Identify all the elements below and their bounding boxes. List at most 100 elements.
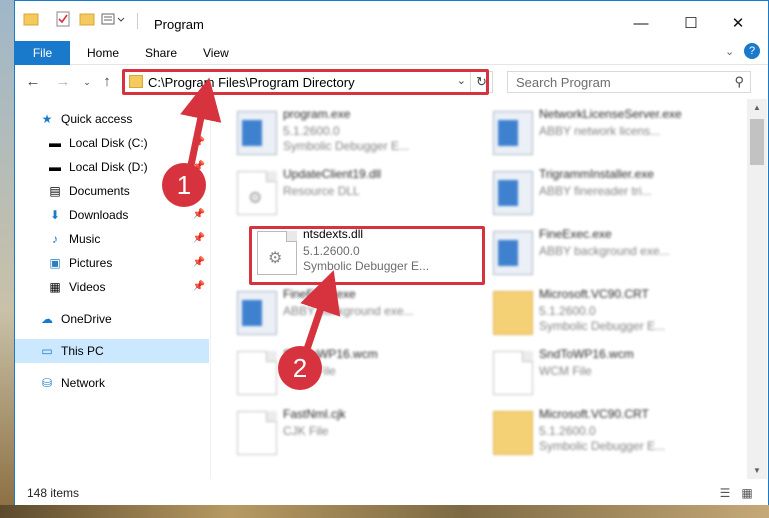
file-type: ABBY background exe... <box>283 304 414 318</box>
nav-label: This PC <box>61 344 104 358</box>
pin-icon[interactable]: 📌 <box>193 251 205 275</box>
file-description: Symbolic Debugger E... <box>539 439 666 453</box>
nav-item-quick-access[interactable]: ★ Quick access <box>15 107 209 131</box>
file-type: ABBY finereader tri... <box>539 184 652 198</box>
file-name: FineExec.exe <box>283 287 356 301</box>
title-bar: Program — ☐ ✕ <box>15 1 768 41</box>
file-name: NetworkLicenseServer.exe <box>539 107 682 121</box>
app-icon <box>237 291 277 335</box>
properties-icon[interactable] <box>55 11 71 31</box>
documents-icon: ▤ <box>49 184 61 198</box>
window-title: Program <box>154 17 204 32</box>
search-input[interactable]: Search Program ⚲ <box>507 71 751 93</box>
address-row: ← → ⌄ ↑ C:\Program Files\Program Directo… <box>15 65 768 99</box>
star-icon: ★ <box>41 112 53 126</box>
app-icon <box>493 231 533 275</box>
back-button[interactable]: ← <box>23 72 43 92</box>
tab-file[interactable]: File <box>15 41 70 65</box>
help-icon[interactable]: ? <box>744 43 760 59</box>
nav-label: Local Disk (C:) <box>69 136 148 150</box>
file-item[interactable]: SndToWP16.wcm WCM File <box>487 343 737 403</box>
nav-item-local-disk-c[interactable]: ▬ Local Disk (C:) 📌 <box>15 131 209 155</box>
file-icon <box>237 411 277 455</box>
file-item[interactable]: SndToWP16.wcm WCM File <box>231 343 481 403</box>
desktop-wallpaper-strip <box>0 505 769 518</box>
status-bar: 148 items ☰ ▦ <box>15 481 768 505</box>
tab-share[interactable]: Share <box>133 41 189 65</box>
file-type: Resource DLL <box>283 184 360 198</box>
folder-icon <box>23 11 39 31</box>
music-icon: ♪ <box>52 232 58 246</box>
file-item[interactable]: TrigrammInstaller.exe ABBY finereader tr… <box>487 163 737 223</box>
file-name: FastNml.cjk <box>283 407 346 421</box>
file-item[interactable]: Microsoft.VC90.CRT 5.1.2600.0 Symbolic D… <box>487 283 737 343</box>
item-count: 148 items <box>27 486 80 500</box>
file-item[interactable]: FineExec.exe ABBY background exe... <box>231 283 481 343</box>
new-folder-icon[interactable] <box>79 11 95 31</box>
scroll-up-icon[interactable]: ▲ <box>747 99 767 116</box>
file-description: Symbolic Debugger E... <box>539 319 666 333</box>
maximize-button[interactable]: ☐ <box>668 9 714 39</box>
title-separator <box>137 13 138 29</box>
close-button[interactable]: ✕ <box>715 9 761 39</box>
file-version: 5.1.2600.0 <box>539 304 596 318</box>
dll-icon: ⚙ <box>237 171 277 215</box>
file-item[interactable]: FastNml.cjk CJK File <box>231 403 481 463</box>
file-item[interactable]: ⚙ UpdateClient19.dll Resource DLL <box>231 163 481 223</box>
file-item[interactable]: NetworkLicenseServer.exe ABBY network li… <box>487 103 737 163</box>
scroll-down-icon[interactable]: ▼ <box>747 462 767 479</box>
vertical-scrollbar[interactable]: ▲ ▼ <box>747 99 767 479</box>
file-item[interactable]: Microsoft.VC90.CRT 5.1.2600.0 Symbolic D… <box>487 403 737 463</box>
details-view-icon[interactable]: ☰ <box>717 486 733 500</box>
nav-label: Quick access <box>61 112 133 126</box>
cloud-icon: ☁ <box>41 312 53 326</box>
forward-button[interactable]: → <box>53 72 73 92</box>
app-icon <box>237 111 277 155</box>
nav-label: Music <box>69 232 101 246</box>
pin-icon[interactable]: 📌 <box>193 227 205 251</box>
nav-item-videos[interactable]: ▦ Videos 📌 <box>15 275 209 299</box>
download-icon: ⬇ <box>49 208 61 222</box>
file-name: Microsoft.VC90.CRT <box>539 287 649 301</box>
nav-label: Documents <box>69 184 130 198</box>
file-name: program.exe <box>283 107 351 121</box>
file-name: UpdateClient19.dll <box>283 167 382 181</box>
nav-item-music[interactable]: ♪ Music 📌 <box>15 227 209 251</box>
search-placeholder: Search Program <box>516 75 611 90</box>
nav-label: Network <box>61 376 106 390</box>
nav-label: OneDrive <box>61 312 112 326</box>
app-icon <box>493 111 533 155</box>
minimize-button[interactable]: — <box>618 9 664 39</box>
tiles-view-icon[interactable]: ▦ <box>739 486 755 500</box>
nav-label: Downloads <box>69 208 129 222</box>
folder-icon <box>493 411 533 455</box>
pin-icon[interactable]: 📌 <box>193 275 205 299</box>
file-version: 5.1.2600.0 <box>283 124 340 138</box>
nav-item-onedrive[interactable]: ☁ OneDrive <box>15 307 209 331</box>
file-item[interactable]: program.exe 5.1.2600.0 Symbolic Debugger… <box>231 103 481 163</box>
search-icon[interactable]: ⚲ <box>734 74 744 90</box>
tab-view[interactable]: View <box>191 41 241 65</box>
scrollbar-thumb[interactable] <box>750 119 764 165</box>
ribbon-expand-icon[interactable]: ⌄ <box>725 45 734 58</box>
up-button[interactable]: ↑ <box>97 72 117 92</box>
nav-label: Local Disk (D:) <box>69 160 148 174</box>
pictures-icon: ▣ <box>49 256 61 270</box>
tab-home[interactable]: Home <box>75 41 131 65</box>
nav-item-pictures[interactable]: ▣ Pictures 📌 <box>15 251 209 275</box>
file-item[interactable]: FineExec.exe ABBY background exe... <box>487 223 737 283</box>
file-version: 5.1.2600.0 <box>539 424 596 438</box>
step-1-badge: 1 <box>162 163 206 207</box>
file-type: ABBY network licens... <box>539 124 661 138</box>
recent-locations-button[interactable]: ⌄ <box>77 72 97 92</box>
pin-icon[interactable]: 📌 <box>193 131 205 155</box>
file-name: Microsoft.VC90.CRT <box>539 407 649 421</box>
pin-icon[interactable]: 📌 <box>193 203 205 227</box>
step-2-badge: 2 <box>278 346 322 390</box>
ribbon-tabs: File Home Share View ⌄ ? <box>15 41 768 65</box>
nav-item-network[interactable]: ⛁ Network <box>15 371 209 395</box>
customize-toolbar-icon[interactable] <box>101 11 127 31</box>
file-name: SndToWP16.wcm <box>539 347 634 361</box>
file-list: program.exe 5.1.2600.0 Symbolic Debugger… <box>211 99 747 479</box>
nav-item-this-pc[interactable]: ▭ This PC <box>15 339 209 363</box>
